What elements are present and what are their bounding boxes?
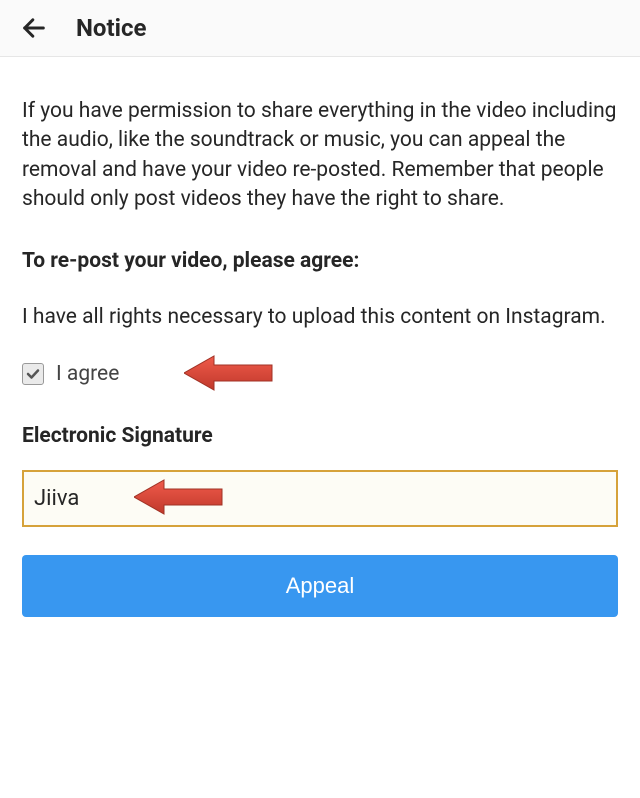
agree-checkbox[interactable] [22,363,44,385]
permission-text: If you have permission to share everythi… [22,97,618,215]
signature-input[interactable] [22,470,618,527]
page-title: Notice [76,14,146,42]
agree-heading: To re-post your video, please agree: [22,249,618,273]
annotation-arrow-icon [184,352,274,394]
rights-text: I have all rights necessary to upload th… [22,303,618,332]
agree-checkbox-row: I agree [22,362,618,386]
content-area: If you have permission to share everythi… [0,57,640,637]
back-icon[interactable] [20,14,48,42]
appeal-button[interactable]: Appeal [22,555,618,617]
signature-label: Electronic Signature [22,424,618,448]
agree-checkbox-label: I agree [56,362,119,386]
header-bar: Notice [0,0,640,57]
